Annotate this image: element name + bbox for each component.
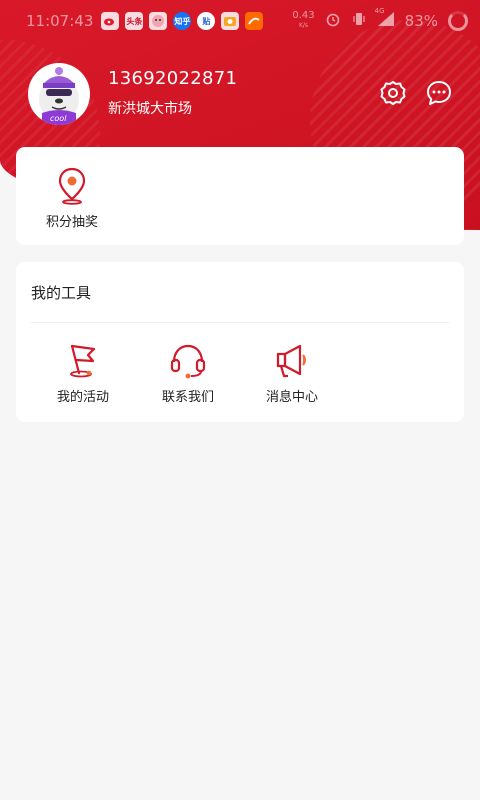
notification-icons: 头条 知乎 贴 [101, 12, 264, 30]
tieba-app-icon: 贴 [197, 12, 216, 30]
signal-label: 4G [374, 7, 385, 15]
seal-avatar-icon: cool [39, 67, 79, 125]
store-app-icon [245, 12, 264, 30]
message-button[interactable] [425, 79, 453, 107]
avatar[interactable]: cool [28, 63, 90, 125]
weibo-app-icon [101, 12, 120, 30]
screen: 11:07:43 头条 知乎 贴 0.43 K/s 4G 83% cool 13… [0, 0, 480, 800]
message-center-button[interactable]: 消息中心 [242, 340, 342, 405]
contact-us-label: 联系我们 [161, 390, 214, 405]
vibrate-icon [351, 11, 367, 31]
lottery-card: 积分抽奖 [16, 147, 464, 245]
points-lottery-button[interactable]: 积分抽奖 [22, 165, 122, 230]
comic-app-icon [149, 12, 168, 30]
settings-button[interactable] [379, 79, 407, 107]
signal-icon: 4G [375, 7, 395, 31]
contact-us-button[interactable]: 联系我们 [138, 340, 238, 405]
network-speed-value: 0.43 [292, 10, 315, 21]
market-name: 新洪城大市场 [108, 101, 192, 117]
my-tools-card: 我的工具 我的活动 联系我们 消息中心 [16, 262, 464, 422]
megaphone-icon [276, 344, 306, 378]
toutiao-app-icon: 头条 [125, 12, 144, 30]
location-pin-icon [58, 167, 86, 205]
chat-bubble-icon [427, 81, 451, 105]
headset-icon [170, 344, 206, 379]
battery-ring-icon [448, 11, 468, 31]
gear-icon [380, 81, 406, 105]
video-app-icon [221, 12, 240, 30]
zhihu-app-icon: 知乎 [173, 12, 192, 30]
status-time: 11:07:43 [26, 12, 94, 30]
battery-percent: 83% [404, 12, 438, 30]
network-speed-unit: K/s [298, 22, 309, 29]
message-center-label: 消息中心 [265, 390, 318, 405]
alarm-icon [325, 11, 341, 31]
tools-title: 我的工具 [31, 284, 92, 302]
flag-icon [70, 344, 96, 378]
avatar-label: cool [50, 114, 67, 123]
divider [31, 322, 449, 323]
user-phone: 13692022871 [108, 68, 238, 89]
my-activities-label: 我的活动 [56, 390, 109, 405]
status-bar: 11:07:43 头条 知乎 贴 0.43 K/s 4G 83% [0, 0, 480, 42]
points-lottery-label: 积分抽奖 [45, 215, 98, 230]
network-speed: 0.43 K/s [292, 11, 314, 31]
my-activities-button[interactable]: 我的活动 [33, 340, 133, 405]
